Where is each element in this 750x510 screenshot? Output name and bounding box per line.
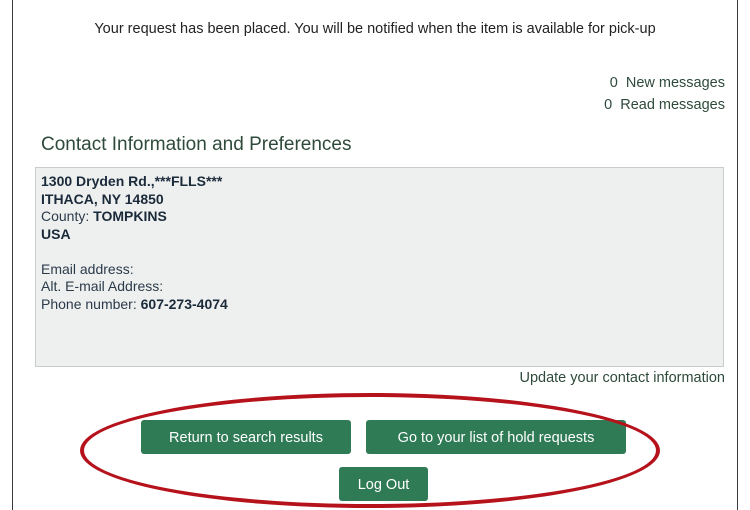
county-row: County: TOMPKINS — [41, 208, 723, 226]
phone-row: Phone number: 607-273-4074 — [41, 296, 723, 314]
log-out-button[interactable]: Log Out — [339, 467, 428, 501]
email-label: Email address: — [41, 260, 134, 277]
county-label: County: — [41, 208, 94, 224]
new-messages-label: New messages — [625, 75, 725, 91]
phone-label: Phone number: — [41, 295, 141, 312]
return-to-search-button[interactable]: Return to search results — [141, 420, 351, 454]
new-messages-link[interactable]: 0 New messages — [604, 72, 725, 94]
read-messages-count: 0 — [604, 97, 613, 113]
country: USA — [41, 225, 71, 242]
new-messages-count: 0 — [609, 75, 618, 91]
phone-value: 607-273-4074 — [140, 295, 228, 312]
page-frame: Your request has been placed. You will b… — [12, 0, 738, 510]
contact-info-box: 1300 Dryden Rd.,***FLLS*** ITHACA, NY 14… — [35, 167, 724, 367]
update-contact-link[interactable]: Update your contact information — [519, 370, 725, 386]
contact-section-title: Contact Information and Preferences — [41, 134, 352, 155]
message-summary: 0 New messages 0 Read messages — [604, 72, 725, 116]
hold-requests-button[interactable]: Go to your list of hold requests — [366, 420, 626, 454]
address-line-1: 1300 Dryden Rd.,***FLLS*** — [41, 173, 223, 189]
request-placed-notice: Your request has been placed. You will b… — [94, 21, 656, 37]
address-line-2: ITHACA, NY 14850 — [41, 190, 164, 207]
alt-email-label: Alt. E-mail Address: — [41, 278, 164, 294]
read-messages-label: Read messages — [620, 97, 725, 113]
county-value: TOMPKINS — [93, 208, 167, 224]
read-messages-link[interactable]: 0 Read messages — [604, 94, 725, 116]
